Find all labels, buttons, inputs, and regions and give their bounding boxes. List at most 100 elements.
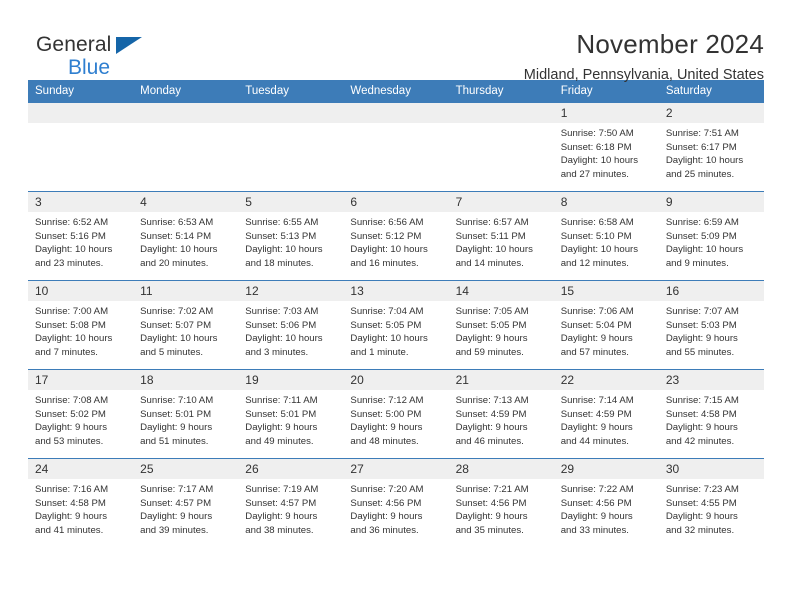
day-number: 27 [343, 459, 449, 479]
calendar-day-cell[interactable]: 7 Sunrise: 6:57 AM Sunset: 5:11 PM Daylight… [448, 191, 554, 281]
day-number: 6 [343, 192, 449, 212]
sunrise-time: Sunrise: 7:23 AM [665, 484, 739, 495]
sunrise-time: Sunrise: 6:59 AM [665, 217, 739, 228]
day-details: Sunrise: 7:06 AM Sunset: 5:04 PM Daylight:… [554, 301, 659, 359]
day-details: Sunrise: 7:17 AM Sunset: 4:57 PM Daylight:… [133, 479, 238, 537]
weekday-header-wednesday: Wednesday [343, 80, 449, 103]
calendar-day-cell[interactable]: 1 Sunrise: 7:50 AM Sunset: 6:18 PM Daylight… [553, 102, 659, 192]
sunset-time: Sunset: 5:05 PM [350, 319, 422, 331]
calendar-day-cell[interactable]: 14 Sunrise: 7:05 AM Sunset: 5:05 PM Dayligh… [448, 280, 554, 370]
daylight-duration-line2: and 44 minutes. [560, 435, 629, 447]
sunset-time: Sunset: 5:16 PM [35, 230, 106, 242]
day-number: 10 [28, 281, 134, 301]
daylight-duration-line2: and 14 minutes. [455, 257, 524, 269]
calendar-day-cell[interactable]: 25 Sunrise: 7:17 AM Sunset: 4:57 PM Dayligh… [133, 458, 239, 548]
title-block: November 2024 Midland, Pennsylvania, Uni… [524, 29, 764, 84]
daylight-duration-line1: Daylight: 9 hours [245, 511, 318, 523]
sunset-time: Sunset: 5:03 PM [665, 319, 737, 331]
calendar-day-cell[interactable]: 9 Sunrise: 6:59 AM Sunset: 5:09 PM Daylight… [658, 191, 764, 281]
calendar-day-cell[interactable]: 13 Sunrise: 7:04 AM Sunset: 5:05 PM Dayligh… [343, 280, 449, 370]
calendar-day-cell[interactable]: 16 Sunrise: 7:07 AM Sunset: 5:03 PM Dayligh… [658, 280, 764, 370]
sunset-time: Sunset: 5:14 PM [140, 230, 212, 242]
daylight-duration-line1: Daylight: 9 hours [560, 422, 633, 434]
calendar-day-cell[interactable]: 8 Sunrise: 6:58 AM Sunset: 5:10 PM Daylight… [553, 191, 659, 281]
day-details: Sunrise: 7:50 AM Sunset: 6:18 PM Daylight:… [554, 123, 659, 181]
daylight-duration-line2: and 1 minute. [350, 346, 409, 358]
day-number: 7 [448, 192, 554, 212]
weekday-header-monday: Monday [133, 80, 239, 103]
calendar-day-cell[interactable]: 2 Sunrise: 7:51 AM Sunset: 6:17 PM Daylight… [658, 102, 764, 192]
daylight-duration-line1: Daylight: 10 hours [560, 244, 639, 256]
sunrise-time: Sunrise: 7:07 AM [665, 306, 739, 317]
calendar-day-cell[interactable]: 24 Sunrise: 7:16 AM Sunset: 4:58 PM Dayligh… [28, 458, 134, 548]
brand-logo[interactable]: General Blue [28, 30, 228, 82]
calendar-day-cell[interactable]: 19 Sunrise: 7:11 AM Sunset: 5:01 PM Dayligh… [238, 369, 344, 459]
sunset-time: Sunset: 4:59 PM [560, 408, 632, 420]
calendar-day-cell[interactable]: 23 Sunrise: 7:15 AM Sunset: 4:58 PM Dayligh… [658, 369, 764, 459]
sunrise-time: Sunrise: 7:08 AM [35, 395, 109, 406]
daylight-duration-line2: and 46 minutes. [455, 435, 524, 447]
sunset-time: Sunset: 4:58 PM [665, 408, 737, 420]
daylight-duration-line2: and 55 minutes. [665, 346, 735, 358]
sunset-time: Sunset: 4:57 PM [140, 497, 212, 509]
day-details: Sunrise: 6:57 AM Sunset: 5:11 PM Daylight:… [449, 212, 554, 270]
day-number [238, 103, 344, 123]
day-number [343, 103, 449, 123]
daylight-duration-line2: and 59 minutes. [455, 346, 524, 358]
sunset-time: Sunset: 4:58 PM [35, 497, 106, 509]
calendar-day-cell[interactable]: 27 Sunrise: 7:20 AM Sunset: 4:56 PM Dayligh… [343, 458, 449, 548]
calendar-day-cell[interactable]: 15 Sunrise: 7:06 AM Sunset: 5:04 PM Dayligh… [553, 280, 659, 370]
day-number: 2 [658, 103, 764, 123]
calendar-week-row: 1 Sunrise: 7:50 AM Sunset: 6:18 PM Daylight… [28, 102, 764, 192]
calendar-day-cell[interactable]: 11 Sunrise: 7:02 AM Sunset: 5:07 PM Dayligh… [133, 280, 239, 370]
day-number: 16 [658, 281, 764, 301]
calendar-week-row: 17 Sunrise: 7:08 AM Sunset: 5:02 PM Dayligh… [28, 369, 764, 459]
day-details: Sunrise: 6:58 AM Sunset: 5:10 PM Daylight:… [554, 212, 659, 270]
sunset-time: Sunset: 5:11 PM [455, 230, 526, 242]
day-details: Sunrise: 7:05 AM Sunset: 5:05 PM Daylight:… [449, 301, 554, 359]
daylight-duration-line1: Daylight: 9 hours [665, 422, 738, 434]
day-details: Sunrise: 7:08 AM Sunset: 5:02 PM Daylight:… [28, 390, 133, 448]
day-number: 21 [448, 370, 554, 390]
calendar-day-cell[interactable]: 22 Sunrise: 7:14 AM Sunset: 4:59 PM Dayligh… [553, 369, 659, 459]
day-number: 8 [553, 192, 659, 212]
calendar-day-cell[interactable]: 10 Sunrise: 7:00 AM Sunset: 5:08 PM Dayligh… [28, 280, 134, 370]
sunrise-time: Sunrise: 7:06 AM [560, 306, 634, 317]
day-details: Sunrise: 6:52 AM Sunset: 5:16 PM Daylight:… [28, 212, 133, 270]
daylight-duration-line1: Daylight: 9 hours [665, 333, 738, 345]
calendar-day-cell[interactable]: 6 Sunrise: 6:56 AM Sunset: 5:12 PM Daylight… [343, 191, 449, 281]
sunset-time: Sunset: 5:07 PM [140, 319, 212, 331]
calendar-day-cell[interactable]: 28 Sunrise: 7:21 AM Sunset: 4:56 PM Dayligh… [448, 458, 554, 548]
calendar-day-cell[interactable]: 20 Sunrise: 7:12 AM Sunset: 5:00 PM Dayligh… [343, 369, 449, 459]
sunrise-time: Sunrise: 7:10 AM [140, 395, 214, 406]
calendar-day-cell[interactable]: 29 Sunrise: 7:22 AM Sunset: 4:56 PM Dayligh… [553, 458, 659, 548]
daylight-duration-line2: and 25 minutes. [665, 168, 735, 180]
sunrise-time: Sunrise: 6:53 AM [140, 217, 214, 228]
calendar-day-cell-empty [28, 102, 134, 192]
calendar-body: 1 Sunrise: 7:50 AM Sunset: 6:18 PM Daylight… [28, 102, 764, 548]
sunrise-time: Sunrise: 7:19 AM [245, 484, 319, 495]
calendar-day-cell[interactable]: 4 Sunrise: 6:53 AM Sunset: 5:14 PM Daylight… [133, 191, 239, 281]
day-details: Sunrise: 6:55 AM Sunset: 5:13 PM Daylight:… [238, 212, 343, 270]
daylight-duration-line1: Daylight: 9 hours [455, 511, 528, 523]
sunrise-time: Sunrise: 7:11 AM [245, 395, 318, 406]
calendar-day-cell[interactable]: 3 Sunrise: 6:52 AM Sunset: 5:16 PM Daylight… [28, 191, 134, 281]
calendar-day-cell-empty [133, 102, 239, 192]
sunrise-time: Sunrise: 7:14 AM [560, 395, 634, 406]
daylight-duration-line2: and 20 minutes. [140, 257, 209, 269]
daylight-duration-line2: and 41 minutes. [35, 524, 104, 536]
day-details: Sunrise: 7:12 AM Sunset: 5:00 PM Daylight:… [343, 390, 448, 448]
sunset-time: Sunset: 5:08 PM [35, 319, 106, 331]
calendar-day-cell[interactable]: 5 Sunrise: 6:55 AM Sunset: 5:13 PM Daylight… [238, 191, 344, 281]
daylight-duration-line1: Daylight: 9 hours [350, 511, 423, 523]
day-number [133, 103, 239, 123]
calendar-day-cell[interactable]: 18 Sunrise: 7:10 AM Sunset: 5:01 PM Dayligh… [133, 369, 239, 459]
calendar-day-cell[interactable]: 17 Sunrise: 7:08 AM Sunset: 5:02 PM Dayligh… [28, 369, 134, 459]
daylight-duration-line2: and 57 minutes. [560, 346, 629, 358]
calendar-day-cell[interactable]: 12 Sunrise: 7:03 AM Sunset: 5:06 PM Dayligh… [238, 280, 344, 370]
calendar-day-cell[interactable]: 21 Sunrise: 7:13 AM Sunset: 4:59 PM Dayligh… [448, 369, 554, 459]
calendar-day-cell[interactable]: 30 Sunrise: 7:23 AM Sunset: 4:55 PM Dayligh… [658, 458, 764, 548]
calendar-day-cell[interactable]: 26 Sunrise: 7:19 AM Sunset: 4:57 PM Dayligh… [238, 458, 344, 548]
day-number: 28 [448, 459, 554, 479]
day-details: Sunrise: 7:23 AM Sunset: 4:55 PM Daylight:… [659, 479, 764, 537]
